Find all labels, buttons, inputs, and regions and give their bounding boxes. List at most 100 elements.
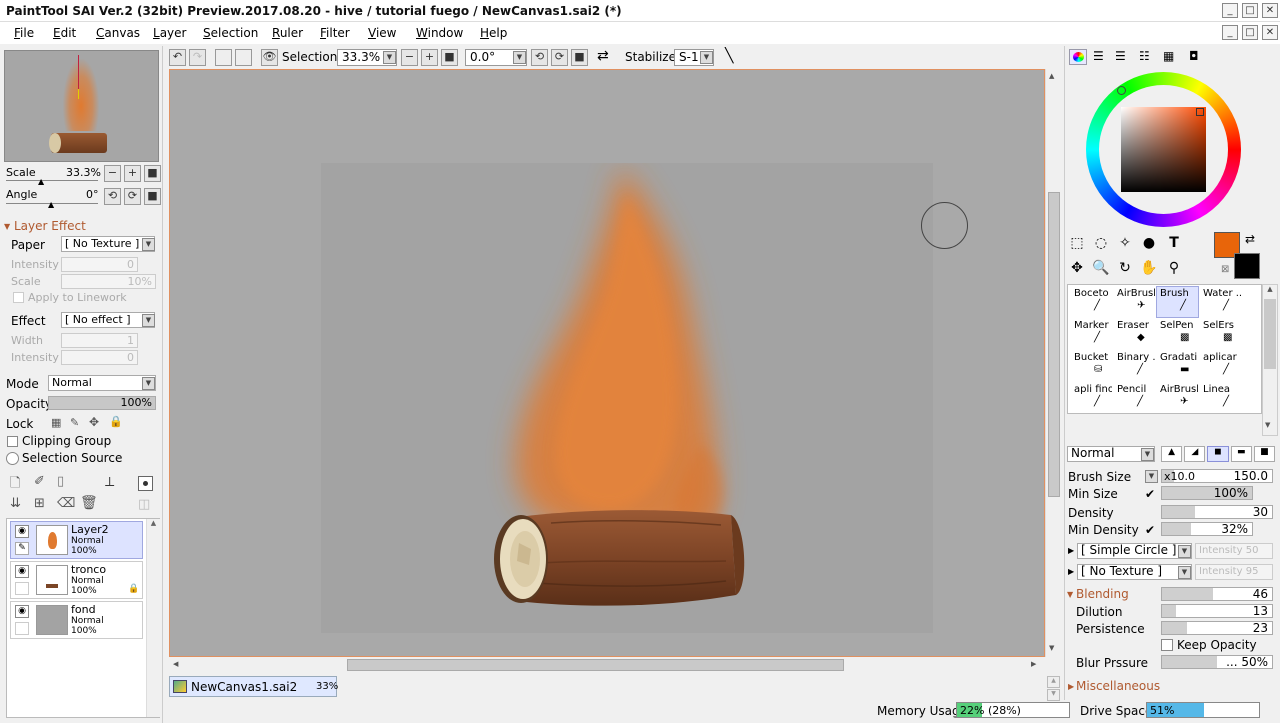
- chevron-down-icon[interactable]: ▼: [700, 51, 713, 64]
- saturation-value-square[interactable]: [1121, 107, 1206, 192]
- brush-slot[interactable]: aplicar ...╱: [1199, 350, 1242, 382]
- shape-flat-icon[interactable]: ▬: [1230, 446, 1252, 462]
- expand-arrow-icon[interactable]: ▶: [1068, 682, 1074, 691]
- chevron-down-icon[interactable]: ▼: [1178, 545, 1191, 558]
- palette-tab-icon[interactable]: ▦: [1163, 49, 1174, 63]
- line-tool-icon[interactable]: ╲: [725, 48, 733, 64]
- intensity-field[interactable]: 0: [61, 257, 138, 272]
- mask-icon[interactable]: [138, 476, 153, 491]
- merge-down-icon[interactable]: ⇊: [10, 496, 21, 511]
- brush-slot[interactable]: AirBrush ✈: [1113, 286, 1156, 318]
- scale-slider[interactable]: [6, 180, 98, 181]
- collapse-arrow-icon[interactable]: ▼: [4, 222, 10, 231]
- paper-select[interactable]: [ No Texture ]: [61, 236, 155, 252]
- expand-arrow-icon[interactable]: ▶: [1068, 567, 1074, 576]
- canvas-viewport[interactable]: [169, 69, 1045, 657]
- chevron-down-icon[interactable]: ▼: [383, 51, 396, 64]
- navigator-preview[interactable]: [4, 50, 159, 162]
- brush-grid-scrollbar[interactable]: ▲ ▼: [1262, 284, 1278, 436]
- zoom-reset-icon[interactable]: ■: [441, 49, 458, 66]
- move-icon[interactable]: ✥: [1067, 258, 1087, 278]
- min-density-slider[interactable]: 32%: [1161, 522, 1253, 536]
- effect-select[interactable]: [ No effect ]: [61, 312, 155, 328]
- zoom-in-icon[interactable]: +: [421, 49, 438, 66]
- menu-layer[interactable]: Layer: [153, 26, 186, 40]
- scroll-down-icon[interactable]: ▼: [1049, 644, 1054, 652]
- duplicate-layer-icon[interactable]: ⊞: [34, 496, 45, 511]
- shape-soft-icon[interactable]: ◢: [1184, 446, 1206, 462]
- zoom-icon[interactable]: 🔍: [1091, 258, 1111, 278]
- lock-transparency-icon[interactable]: ▦: [51, 416, 61, 429]
- horizontal-scroll-thumb[interactable]: [347, 659, 844, 671]
- brush-slot[interactable]: Pencil ╱: [1113, 382, 1156, 414]
- redo-icon[interactable]: ↷: [189, 49, 206, 66]
- eye-icon[interactable]: ◉: [15, 525, 29, 538]
- min-size-slider[interactable]: 100%: [1161, 486, 1253, 500]
- brush-texture-select[interactable]: [ No Texture ]: [1077, 564, 1192, 580]
- apply-mask-icon[interactable]: ◫: [138, 497, 150, 512]
- magic-wand-icon[interactable]: ✧: [1115, 233, 1135, 253]
- collapse-arrow-icon[interactable]: ▼: [1067, 590, 1073, 599]
- swatches-tab-icon[interactable]: ☷: [1139, 49, 1150, 63]
- clipping-group-checkbox[interactable]: [7, 436, 18, 447]
- new-linework-layer-icon[interactable]: ✐: [34, 474, 45, 489]
- invert-selection-icon[interactable]: [235, 49, 252, 66]
- blending-slider[interactable]: 46: [1161, 587, 1273, 601]
- doc-minimize-button[interactable]: _: [1222, 25, 1238, 40]
- doc-restore-button[interactable]: □: [1242, 25, 1258, 40]
- maximize-button[interactable]: □: [1242, 3, 1258, 18]
- pen-icon[interactable]: ✎: [15, 542, 29, 555]
- brush-slot[interactable]: Linea ╱: [1199, 382, 1242, 414]
- lasso-icon[interactable]: ◌: [1091, 233, 1111, 253]
- brush-slot[interactable]: AirBrush ✈: [1156, 382, 1199, 414]
- shape-sharp-icon[interactable]: ▲: [1161, 446, 1183, 462]
- rect-select-icon[interactable]: ⬚: [1067, 233, 1087, 253]
- brush-slot[interactable]: Gradati...▬: [1156, 350, 1199, 382]
- menu-filter[interactable]: Filter: [320, 26, 350, 40]
- rotate-right-icon[interactable]: ⟳: [551, 49, 568, 66]
- tab-scroll-up-icon[interactable]: ▲: [1047, 676, 1060, 688]
- layer-mode-icon[interactable]: [15, 622, 29, 635]
- rgb-sliders-tab-icon[interactable]: ☰: [1093, 49, 1104, 63]
- chevron-down-icon[interactable]: ▼: [142, 314, 155, 327]
- layer-item[interactable]: ◉ ✎ Layer2 Normal 100%: [10, 521, 143, 559]
- menu-help[interactable]: Help: [480, 26, 507, 40]
- hue-cursor[interactable]: [1117, 86, 1126, 95]
- min-density-checkbox[interactable]: ✔: [1145, 523, 1155, 537]
- chevron-down-icon[interactable]: ▼: [1145, 470, 1158, 483]
- deselect-icon[interactable]: [215, 49, 232, 66]
- density-slider[interactable]: 30: [1161, 505, 1273, 519]
- rotate-right-icon[interactable]: ⟳: [124, 188, 141, 205]
- color-wheel[interactable]: [1086, 72, 1241, 227]
- menu-ruler[interactable]: Ruler: [272, 26, 303, 40]
- trash-icon[interactable]: 🗑: [80, 495, 98, 511]
- scroll-left-icon[interactable]: ◀: [173, 660, 178, 668]
- layer-item[interactable]: ◉ tronco Normal 100% 🔒: [10, 561, 143, 599]
- rotate-reset-icon[interactable]: ■: [571, 49, 588, 66]
- selection-source-radio[interactable]: [6, 452, 19, 465]
- brush-slot[interactable]: Boceto ╱: [1070, 286, 1113, 318]
- brush-slot[interactable]: apli fino ╱: [1070, 382, 1113, 414]
- scratchpad-tab-icon[interactable]: ◘: [1189, 49, 1199, 63]
- vertical-scroll-thumb[interactable]: [1048, 192, 1060, 497]
- width-field[interactable]: 1: [61, 333, 138, 348]
- menu-edit[interactable]: Edit: [53, 26, 76, 40]
- new-folder-icon[interactable]: ▯: [57, 474, 64, 489]
- close-button[interactable]: ✕: [1262, 3, 1278, 18]
- menu-canvas[interactable]: Canvas: [96, 26, 140, 40]
- hsv-sliders-tab-icon[interactable]: ☰: [1115, 49, 1126, 63]
- layer-mode-icon[interactable]: [15, 582, 29, 595]
- zoom-out-icon[interactable]: −: [104, 165, 121, 182]
- canvas-paper[interactable]: [321, 163, 933, 633]
- shape-square-icon[interactable]: ■: [1253, 446, 1276, 462]
- scroll-up-icon[interactable]: ▲: [1263, 285, 1277, 293]
- brush-slot[interactable]: SelPen ▩: [1156, 318, 1199, 350]
- min-size-checkbox[interactable]: ✔: [1145, 487, 1155, 501]
- clear-layer-icon[interactable]: ⌫: [57, 496, 75, 511]
- document-tab[interactable]: NewCanvas1.sai2 33%: [169, 676, 338, 697]
- vertical-scrollbar[interactable]: ▲ ▼: [1045, 69, 1061, 657]
- brush-slot[interactable]: Eraser ◆: [1113, 318, 1156, 350]
- text-tool-icon[interactable]: T: [1164, 233, 1184, 253]
- brush-shape-intensity[interactable]: Intensity 50: [1195, 543, 1273, 559]
- hand-icon[interactable]: ✋: [1139, 258, 1159, 278]
